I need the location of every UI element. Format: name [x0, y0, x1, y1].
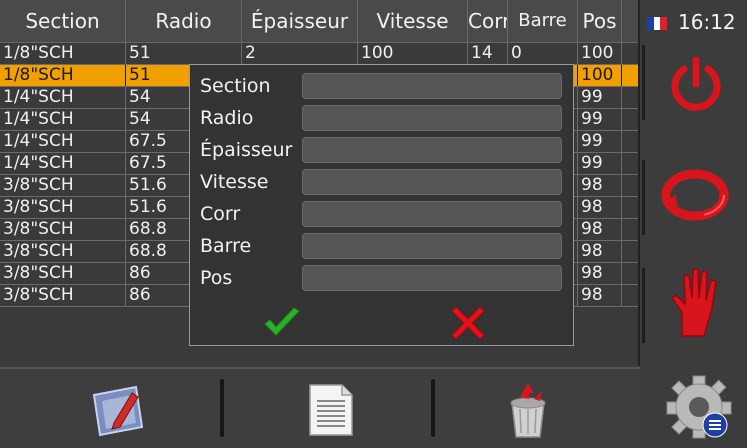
sidebar-separator [642, 160, 645, 235]
column-header-section[interactable]: Section [0, 0, 126, 42]
confirm-button[interactable] [262, 307, 302, 339]
cell-pos: 99 [578, 131, 622, 152]
cell-pos: 98 [578, 241, 622, 262]
field-row-vitesse: Vitesse [190, 166, 573, 198]
settings-button[interactable] [663, 372, 733, 442]
radio-input[interactable] [302, 105, 562, 131]
sidebar-separator [642, 45, 645, 120]
document-icon [309, 384, 353, 436]
toolbar-separator [431, 379, 435, 437]
delete-button[interactable] [498, 379, 558, 439]
cell-barre: 0 [508, 43, 578, 64]
field-row-section: Section [190, 70, 573, 102]
edit-button[interactable] [88, 379, 148, 439]
epaisseur-input[interactable] [302, 137, 562, 163]
cell-pos: 100 [578, 43, 622, 64]
power-icon [671, 56, 721, 111]
table-scrollbar[interactable] [638, 0, 640, 366]
cell-corr: 14 [468, 43, 508, 64]
settings-gear-icon [666, 375, 732, 439]
column-header-corr[interactable]: Corr [468, 0, 508, 42]
cell-section: 3/8"SCH [0, 241, 126, 262]
field-label-pos: Pos [200, 267, 233, 289]
field-label-barre: Barre [200, 235, 252, 257]
cell-section: 3/8"SCH [0, 263, 126, 284]
stop-button[interactable] [668, 262, 724, 340]
field-row-corr: Corr [190, 198, 573, 230]
field-label-section: Section [200, 75, 271, 97]
cell-section: 1/4"SCH [0, 87, 126, 108]
refresh-button[interactable] [660, 165, 730, 225]
refresh-icon [661, 169, 729, 221]
field-label-epaisseur: Épaisseur [200, 139, 293, 161]
field-row-radio: Radio [190, 102, 573, 134]
cell-radio: 51 [126, 43, 242, 64]
barre-input[interactable] [302, 233, 562, 259]
french-flag-icon [647, 17, 668, 30]
cell-pos: 98 [578, 285, 622, 306]
cell-pos: 99 [578, 87, 622, 108]
cell-section: 3/8"SCH [0, 219, 126, 240]
cell-pos: 98 [578, 175, 622, 196]
field-row-epaisseur: Épaisseur [190, 134, 573, 166]
table-header: Section Radio Épaisseur Vitesse Corr Bar… [0, 0, 640, 43]
cell-pos: 99 [578, 109, 622, 130]
column-header-pos[interactable]: Pos [578, 0, 622, 42]
power-button[interactable] [665, 54, 727, 116]
vitesse-input[interactable] [302, 169, 562, 195]
field-row-barre: Barre [190, 230, 573, 262]
field-label-corr: Corr [200, 203, 241, 225]
column-header-vitesse[interactable]: Vitesse [358, 0, 468, 42]
column-header-barre[interactable]: Barre [508, 0, 578, 42]
section-input[interactable] [302, 73, 562, 99]
cell-pos: 98 [578, 263, 622, 284]
checkmark-icon [264, 307, 300, 336]
cell-pos: 99 [578, 153, 622, 174]
field-label-vitesse: Vitesse [200, 171, 269, 193]
pos-input[interactable] [302, 265, 562, 291]
cell-vitesse: 100 [358, 43, 468, 64]
edit-dialog: Section Radio Épaisseur Vitesse Corr Bar… [189, 64, 574, 346]
cell-section: 1/4"SCH [0, 153, 126, 174]
bottom-toolbar [0, 367, 640, 448]
cell-section: 1/8"SCH [0, 43, 126, 64]
cell-epaisseur: 2 [242, 43, 358, 64]
cancel-button[interactable] [450, 305, 486, 341]
corr-input[interactable] [302, 201, 562, 227]
document-button[interactable] [302, 379, 362, 439]
cell-section: 1/8"SCH [0, 65, 126, 86]
table-row[interactable]: 1/8"SCH 51 2 100 14 0 100 [0, 43, 640, 65]
cell-section: 3/8"SCH [0, 197, 126, 218]
toolbar-separator [220, 379, 224, 437]
cell-pos: 98 [578, 197, 622, 218]
cell-section: 3/8"SCH [0, 175, 126, 196]
cell-section: 1/4"SCH [0, 109, 126, 130]
stop-hand-icon [670, 268, 717, 337]
column-header-epaisseur[interactable]: Épaisseur [242, 0, 358, 42]
recycle-bin-icon [510, 383, 546, 438]
field-row-pos: Pos [190, 262, 573, 294]
x-icon [451, 306, 485, 340]
cell-pos: 100 [578, 65, 622, 86]
cell-pos: 98 [578, 219, 622, 240]
field-label-radio: Radio [200, 107, 254, 129]
clock: 16:12 [678, 10, 736, 34]
column-header-radio[interactable]: Radio [126, 0, 242, 42]
sidebar-separator [642, 268, 645, 343]
cell-section: 3/8"SCH [0, 285, 126, 306]
cell-section: 1/4"SCH [0, 131, 126, 152]
edit-icon [92, 385, 144, 437]
